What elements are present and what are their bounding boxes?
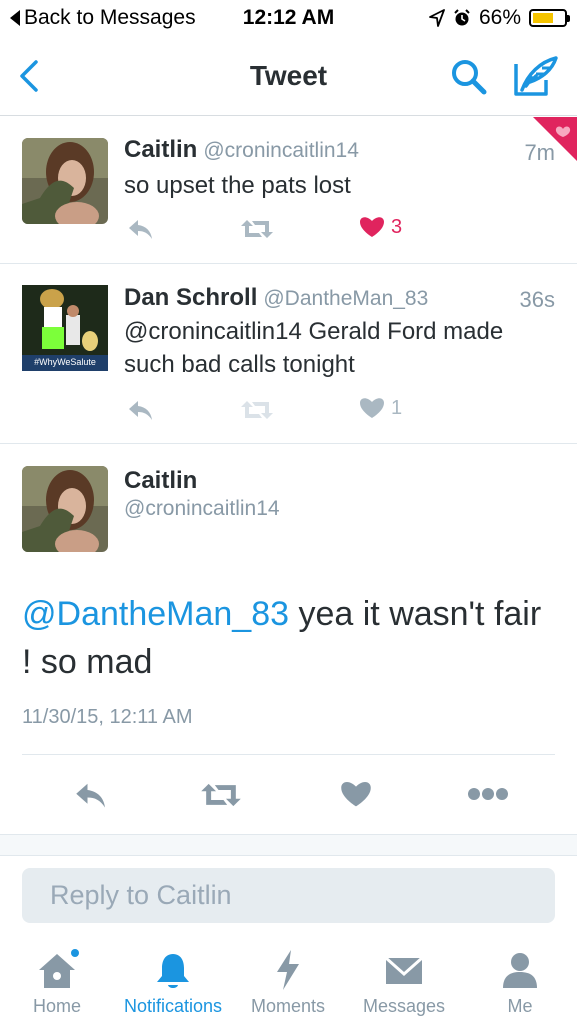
author-name[interactable]: Caitlin xyxy=(124,136,197,163)
nav-bar: Tweet xyxy=(0,38,577,116)
tab-bar: Home Notifications Moments Messages Me xyxy=(0,938,577,1024)
compose-tweet-icon[interactable] xyxy=(512,54,560,98)
like-button[interactable] xyxy=(340,779,372,809)
tab-messages-label: Messages xyxy=(362,996,446,1016)
alarm-icon xyxy=(454,9,470,26)
lightning-icon xyxy=(277,950,299,990)
tweet-text: so upset the pats lost xyxy=(124,172,351,199)
reply-input[interactable]: Reply to Caitlin xyxy=(22,868,555,923)
author-handle[interactable]: @cronincaitlin14 xyxy=(124,497,280,521)
avatar[interactable] xyxy=(22,466,108,552)
person-icon xyxy=(503,953,537,988)
tweet-author-line: Caitlin @cronincaitlin14 xyxy=(124,136,359,164)
reply-icon xyxy=(129,220,152,239)
tab-notifications-label: Notifications xyxy=(123,996,223,1016)
tab-home[interactable]: Home xyxy=(0,938,117,1024)
author-handle[interactable]: @DantheMan_83 xyxy=(263,287,428,310)
more-dots-icon xyxy=(468,788,508,800)
like-button[interactable]: 1 xyxy=(359,396,402,420)
reply-button[interactable] xyxy=(72,780,108,810)
tweet-text: @cronincaitlin14 Gerald Ford made such b… xyxy=(124,318,504,378)
more-button[interactable] xyxy=(467,786,509,802)
bell-icon xyxy=(157,954,189,988)
like-button[interactable]: 3 xyxy=(359,215,402,239)
author-name[interactable]: Caitlin xyxy=(124,467,197,495)
tweet-time: 7m xyxy=(524,140,555,165)
heart-icon xyxy=(341,782,371,807)
retweet-icon xyxy=(201,783,241,807)
tweet-time: 36s xyxy=(519,287,555,312)
divider xyxy=(22,754,555,755)
status-right: 66% xyxy=(429,6,570,30)
tab-me[interactable]: Me xyxy=(460,938,577,1024)
tweet-timestamp: 11/30/15, 12:11 AM xyxy=(22,706,193,728)
reply-icon xyxy=(76,783,105,808)
focused-tweet: Caitlin @cronincaitlin14 @DantheMan_83 y… xyxy=(0,445,577,835)
tweet-detail-screen: Back to Messages 12:12 AM 66% Tweet Cait… xyxy=(0,0,577,1024)
divider xyxy=(0,855,577,856)
tweet-item[interactable]: #WhyWeSalute Dan Schroll @DantheMan_83 36… xyxy=(0,265,577,444)
avatar-caption: #WhyWeSalute xyxy=(34,357,96,367)
retweet-button[interactable] xyxy=(240,398,274,422)
tab-notifications[interactable]: Notifications xyxy=(113,938,233,1024)
mention-link[interactable]: @DantheMan_83 xyxy=(22,595,289,633)
author-handle[interactable]: @cronincaitlin14 xyxy=(203,139,359,162)
search-icon[interactable] xyxy=(448,56,490,98)
retweet-icon xyxy=(241,220,273,238)
tab-messages[interactable]: Messages xyxy=(344,938,464,1024)
tab-moments[interactable]: Moments xyxy=(228,938,348,1024)
reply-icon xyxy=(129,401,152,420)
location-arrow-icon xyxy=(429,9,445,27)
tab-me-label: Me xyxy=(507,996,533,1016)
envelope-icon xyxy=(385,956,423,984)
home-icon xyxy=(39,949,79,988)
tab-moments-label: Moments xyxy=(250,996,326,1016)
reply-placeholder: Reply to Caitlin xyxy=(50,880,232,910)
heart-filled-icon xyxy=(360,217,384,237)
author-name[interactable]: Dan Schroll xyxy=(124,284,257,311)
heart-icon xyxy=(360,398,384,418)
reply-button[interactable] xyxy=(126,398,154,422)
like-count: 1 xyxy=(391,396,403,419)
retweet-button[interactable] xyxy=(200,780,242,810)
page-title: Tweet xyxy=(249,60,328,91)
spacer xyxy=(0,835,577,855)
tweet-author-line: Dan Schroll @DantheMan_83 xyxy=(124,284,428,312)
reply-button[interactable] xyxy=(126,217,154,241)
tweet-text: @DantheMan_83 yea it wasn't fair ! so ma… xyxy=(22,590,552,686)
avatar[interactable] xyxy=(22,138,108,224)
status-bar: Back to Messages 12:12 AM 66% xyxy=(0,0,577,38)
tweet-item[interactable]: Caitlin @cronincaitlin14 7m so upset the … xyxy=(0,117,577,264)
retweet-button[interactable] xyxy=(240,217,274,241)
battery-icon xyxy=(529,9,570,27)
like-count: 3 xyxy=(391,215,403,238)
tab-home-label: Home xyxy=(32,996,81,1016)
retweet-icon xyxy=(241,401,273,419)
battery-percent: 66% xyxy=(478,6,521,29)
avatar[interactable]: #WhyWeSalute xyxy=(22,285,108,371)
